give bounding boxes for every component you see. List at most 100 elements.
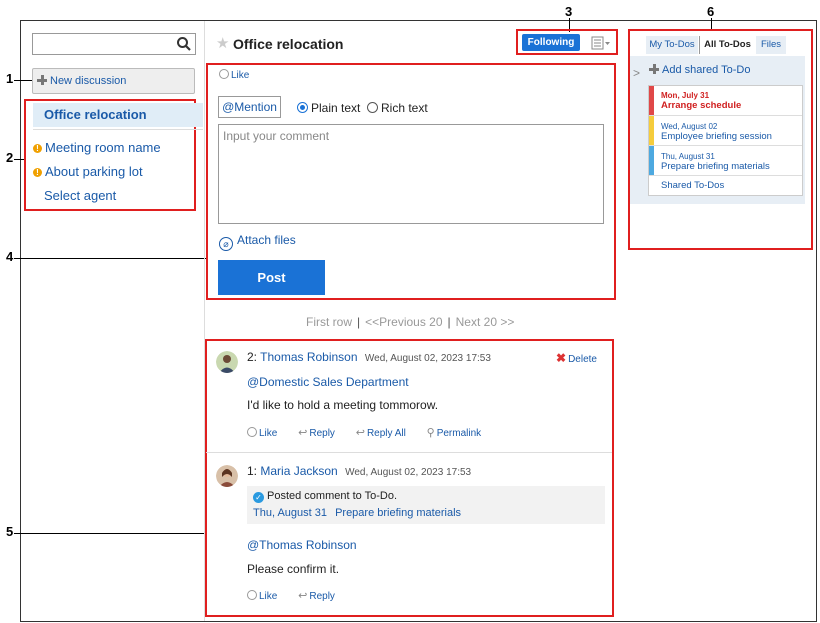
comment-mention[interactable]: @Domestic Sales Department: [247, 375, 409, 389]
comment-date: Wed, August 02, 2023 17:53: [364, 353, 491, 364]
callout-5: 5: [6, 524, 14, 539]
rich-text-label: Rich text: [381, 101, 428, 115]
todo-notice-text: ✓ Posted comment to To-Do.: [253, 490, 397, 503]
todo-color-bar: [649, 146, 654, 175]
page-title: Office relocation: [233, 36, 344, 52]
plain-text-radio[interactable]: Plain text: [297, 101, 360, 115]
plain-text-label: Plain text: [311, 101, 361, 115]
smile-icon: [247, 590, 257, 600]
delete-icon: ✖: [556, 351, 567, 365]
like-link[interactable]: Like: [247, 427, 277, 439]
comment-actions: Like ↩ Reply: [247, 589, 353, 602]
todo-notice-link[interactable]: Thu, August 31 Prepare briefing material…: [253, 507, 461, 519]
pager-first[interactable]: First row: [306, 315, 352, 329]
topic-label: About parking lot: [45, 164, 143, 179]
post-button[interactable]: Post: [218, 260, 325, 295]
comment-number: 2:: [247, 350, 258, 364]
todo-name: Prepare briefing materials: [335, 507, 462, 519]
todo-date: Wed, August 02: [661, 122, 718, 131]
todo-color-bar: [649, 116, 654, 145]
comment-header: 2: Thomas Robinson Wed, August 02, 2023 …: [247, 350, 491, 364]
like-label: Like: [231, 70, 250, 81]
reply-all-link[interactable]: ↩ Reply All: [355, 427, 406, 439]
add-shared-todo-link[interactable]: Add shared To-Do: [649, 64, 750, 76]
new-discussion-button[interactable]: New discussion: [32, 68, 195, 94]
callout-6: 6: [707, 4, 715, 19]
comment-actions: Like ↩ Reply ↩ Reply All ⚲ Permalink: [247, 426, 499, 439]
todo-item[interactable]: Thu, August 31 Prepare briefing material…: [649, 146, 802, 176]
topic-item[interactable]: ! About parking lot: [33, 164, 143, 179]
attach-files-link[interactable]: ⌀ Attach files: [219, 233, 296, 251]
callout-line-6: [711, 18, 712, 29]
callout-2: 2: [6, 150, 14, 165]
smile-icon: [247, 427, 257, 437]
following-button[interactable]: Following: [522, 34, 580, 51]
callout-4: 4: [6, 249, 14, 264]
avatar: [216, 351, 238, 373]
delete-label: Delete: [568, 354, 597, 365]
todo-name: Arrange schedule: [661, 100, 742, 111]
check-icon: ✓: [253, 492, 264, 503]
mention-button[interactable]: @Mention: [218, 96, 281, 118]
radio-icon: [367, 102, 378, 113]
delete-button[interactable]: ✖ Delete: [556, 351, 597, 365]
tab-files[interactable]: Files: [756, 36, 786, 54]
pager-next[interactable]: Next 20 >>: [456, 315, 515, 329]
pagination: First row | <<Previous 20 | Next 20 >>: [306, 315, 515, 329]
radio-selected-icon: [297, 102, 308, 113]
comment-mention[interactable]: @Thomas Robinson: [247, 538, 357, 552]
reply-all-icon: ↩: [355, 427, 365, 439]
todo-name: Prepare briefing materials: [661, 161, 770, 172]
todo-name: Employee briefing session: [661, 131, 772, 142]
paperclip-icon: ⌀: [219, 237, 233, 251]
callout-3: 3: [565, 4, 573, 19]
tab-my-todos[interactable]: My To-Dos: [646, 36, 698, 54]
comment-textarea[interactable]: Input your comment: [218, 124, 604, 224]
shared-todos-link[interactable]: Shared To-Dos: [661, 180, 724, 191]
topic-item[interactable]: ! Meeting room name: [33, 140, 161, 155]
reply-link[interactable]: ↩ Reply: [298, 427, 335, 439]
star-icon[interactable]: ★: [216, 36, 230, 51]
search-input[interactable]: [32, 33, 196, 55]
search-icon[interactable]: [176, 36, 192, 52]
attach-label: Attach files: [237, 233, 296, 247]
topic-divider: [33, 129, 203, 130]
todo-color-bar: [649, 86, 654, 115]
comment-author[interactable]: Thomas Robinson: [260, 350, 357, 364]
permalink-link[interactable]: ⚲ Permalink: [426, 427, 482, 439]
callout-line-1: [14, 80, 32, 81]
like-link[interactable]: Like: [247, 590, 277, 602]
topic-item-active[interactable]: Office relocation: [33, 103, 203, 127]
pager-previous[interactable]: <<Previous 20: [365, 315, 442, 329]
collapse-chevron-icon[interactable]: >: [633, 66, 640, 80]
todo-date: Mon, July 31: [661, 91, 710, 100]
reply-icon: ↩: [298, 590, 308, 602]
avatar: [216, 465, 238, 487]
add-shared-todo-label: Add shared To-Do: [662, 64, 751, 76]
topic-item[interactable]: Select agent: [44, 188, 116, 203]
comment-body: I'd like to hold a meeting tommorow.: [247, 398, 439, 412]
tab-all-todos[interactable]: All To-Dos: [699, 36, 755, 54]
like-link[interactable]: Like: [219, 69, 249, 81]
todo-item[interactable]: Wed, August 02 Employee briefing session: [649, 116, 802, 146]
callout-1: 1: [6, 71, 14, 86]
todo-item[interactable]: Mon, July 31 Arrange schedule: [649, 86, 802, 116]
link-icon: ⚲: [426, 427, 435, 439]
rich-text-radio[interactable]: Rich text: [367, 101, 428, 115]
callout-line-5: [14, 533, 207, 534]
comment-author[interactable]: Maria Jackson: [260, 464, 337, 478]
plus-icon: [649, 64, 659, 74]
options-menu-icon[interactable]: [591, 36, 611, 50]
reply-link[interactable]: ↩ Reply: [298, 590, 335, 602]
comment-date: Wed, August 02, 2023 17:53: [345, 467, 472, 478]
new-discussion-label: New discussion: [50, 75, 127, 87]
comment-number: 1:: [247, 464, 258, 478]
column-divider: [204, 21, 205, 621]
todo-date: Thu, August 31: [253, 507, 327, 519]
topic-label: Meeting room name: [45, 140, 161, 155]
smile-icon: [219, 69, 229, 79]
plus-icon: [37, 75, 47, 85]
callout-line-4: [14, 258, 207, 259]
todo-date: Thu, August 31: [661, 152, 715, 161]
comment-separator: [206, 452, 612, 453]
